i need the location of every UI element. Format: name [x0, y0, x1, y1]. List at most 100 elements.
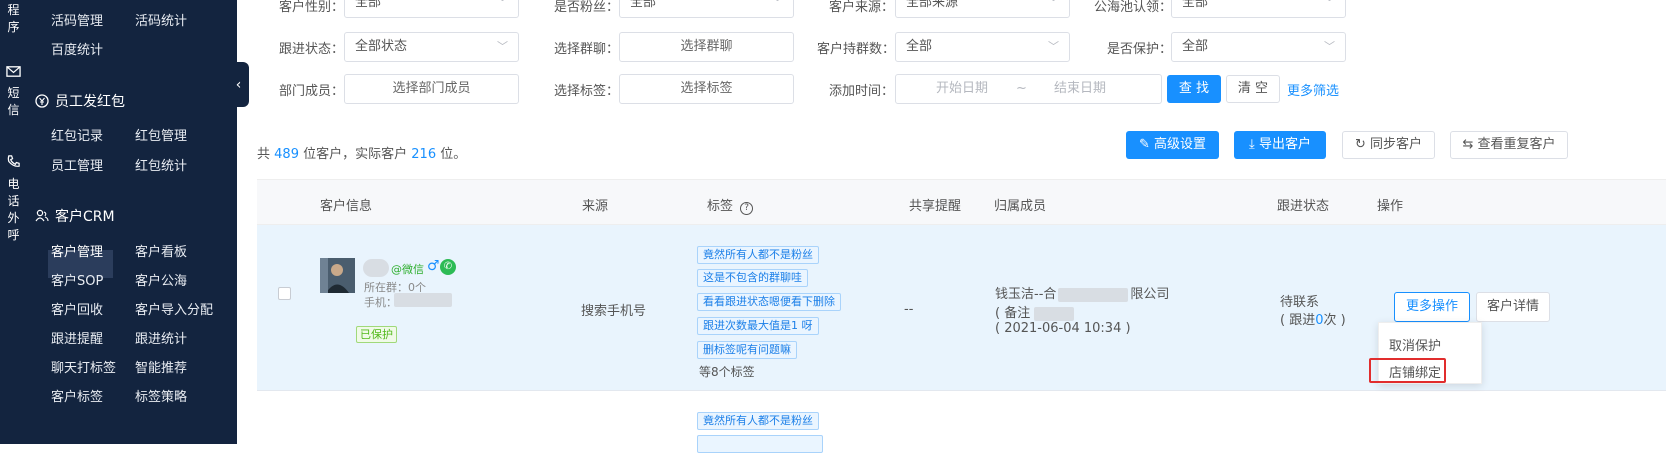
- owner-add-time: ( 2021-06-04 10:34 ): [995, 321, 1131, 336]
- tag-chip[interactable]: 删标签呢有问题嘛: [697, 341, 797, 359]
- sidebar-item-chat-tagging[interactable]: 聊天打标签: [51, 357, 116, 376]
- gender-select[interactable]: 全部 ﹀: [344, 0, 519, 18]
- gender-label: 客户性别：: [279, 0, 345, 15]
- table-row[interactable]: [257, 392, 1666, 444]
- sidebar-item-hongbao-stats[interactable]: 红包统计: [135, 155, 187, 174]
- clear-button[interactable]: 清 空: [1226, 75, 1280, 103]
- dept-member-picker[interactable]: 选择部门成员: [344, 74, 519, 104]
- sidebar-item-livecode-manage[interactable]: 活码管理: [51, 10, 103, 29]
- row-checkbox[interactable]: [278, 287, 291, 300]
- group-count-select[interactable]: 全部 ﹀: [895, 32, 1070, 62]
- sidebar: 活码管理 活码统计 百度统计 员工发红包 红包记录 红包管理 员工管理 红包统计…: [27, 0, 237, 444]
- follow-count-cell: ( 跟进0次 ): [1280, 313, 1346, 328]
- sidebar-item-hongbao-records[interactable]: 红包记录: [51, 125, 103, 144]
- total-count: 489: [274, 147, 299, 162]
- dept-member-label: 部门成员：: [279, 84, 345, 99]
- fans-select[interactable]: 全部 ﹀: [619, 0, 794, 18]
- sidebar-section-hongbao[interactable]: 员工发红包: [35, 91, 125, 111]
- highlight-box: [1369, 358, 1446, 383]
- follow-status-label: 跟进状态：: [279, 42, 345, 57]
- sidebar-collapse-button[interactable]: ‹: [228, 62, 249, 107]
- more-filters-link[interactable]: 更多筛选: [1287, 80, 1339, 99]
- phone-icon[interactable]: [6, 154, 21, 169]
- sidebar-item-baidu-stats[interactable]: 百度统计: [51, 39, 103, 58]
- download-icon: ⤓: [1249, 137, 1255, 152]
- tag-select-label: 选择标签：: [554, 84, 620, 99]
- more-actions-button[interactable]: 更多操作: [1394, 292, 1470, 322]
- tag-chip[interactable]: 竟然所有人都不是粉丝: [697, 412, 819, 430]
- sidebar-item-follow-reminder[interactable]: 跟进提醒: [51, 328, 103, 347]
- sync-customers-button[interactable]: ↻ 同步客户: [1342, 131, 1435, 159]
- chevron-down-icon: ﹀: [1324, 40, 1335, 53]
- tag-chip[interactable]: 看看跟进状态嗯便看下删除: [697, 293, 841, 311]
- col-share-reminder: 共享提醒: [909, 199, 962, 214]
- table-header: 客户信息 来源 标签 ? 共享提醒 归属成员 跟进状态 操作: [257, 179, 1666, 225]
- start-date-input[interactable]: 开始日期: [936, 75, 988, 103]
- date-separator: ~: [1016, 81, 1027, 96]
- pool-select[interactable]: 全部 ﹀: [1171, 0, 1346, 18]
- customer-count-summary: 共 489 位客户，实际客户 216 位。: [257, 147, 467, 162]
- pool-label: 公海池认领：: [1094, 0, 1173, 15]
- sidebar-item-staff-manage[interactable]: 员工管理: [51, 155, 103, 174]
- tag-picker[interactable]: 选择标签: [619, 74, 794, 104]
- sidebar-section-crm[interactable]: 客户CRM: [35, 206, 115, 226]
- owner-company-blurred: [1058, 287, 1129, 302]
- sidebar-item-customer-tags[interactable]: 客户标签: [51, 386, 103, 405]
- search-button[interactable]: 查 找: [1167, 75, 1221, 103]
- export-customers-button[interactable]: ⤓ 导出客户: [1234, 131, 1326, 159]
- coin-icon: [35, 94, 49, 108]
- rail-call-label[interactable]: 电 话 外 呼: [0, 176, 27, 244]
- tag-chip[interactable]: 跟进次数最大值是1 呀: [697, 317, 819, 335]
- owner-note: ( 备注: [995, 302, 1075, 321]
- sidebar-item-follow-stats[interactable]: 跟进统计: [135, 328, 187, 347]
- chevron-down-icon: ﹀: [1048, 0, 1059, 9]
- follow-status-select[interactable]: 全部状态 ﹀: [344, 32, 519, 62]
- sidebar-section-label: 客户CRM: [55, 209, 115, 225]
- sidebar-item-customer-pool[interactable]: 客户公海: [135, 270, 187, 289]
- sidebar-section-label: 员工发红包: [55, 94, 125, 110]
- advanced-settings-button[interactable]: ✎ 高级设置: [1126, 131, 1219, 159]
- chevron-left-icon: ‹: [235, 76, 242, 93]
- sidebar-item-customer-board[interactable]: 客户看板: [135, 241, 187, 260]
- chevron-down-icon: ﹀: [772, 0, 783, 9]
- avatar[interactable]: [320, 258, 355, 293]
- sidebar-item-tag-strategy[interactable]: 标签策略: [135, 386, 187, 405]
- male-icon: ♂: [427, 258, 440, 274]
- sidebar-item-customer-sop[interactable]: 客户SOP: [51, 270, 103, 289]
- actual-count: 216: [411, 147, 437, 162]
- source-select[interactable]: 全部来源 ﹀: [895, 0, 1070, 18]
- sidebar-item-smart-recommend[interactable]: 智能推荐: [135, 357, 187, 376]
- rail-program-label[interactable]: 程 序: [0, 2, 27, 36]
- rail-sms-label[interactable]: 短 信: [0, 85, 27, 119]
- cancel-protect-option[interactable]: 取消保护: [1389, 335, 1441, 354]
- sidebar-item-customer-recycle[interactable]: 客户回收: [51, 299, 103, 318]
- fans-label: 是否粉丝：: [554, 0, 620, 15]
- col-customer-info: 客户信息: [320, 199, 373, 214]
- sidebar-item-customer-manage[interactable]: 客户管理: [51, 241, 103, 260]
- icon-rail: 程 序 短 信 电 话 外 呼: [0, 0, 27, 444]
- sidebar-item-livecode-stats[interactable]: 活码统计: [135, 10, 187, 29]
- customer-detail-button[interactable]: 客户详情: [1476, 292, 1550, 322]
- phone-label: 手机：: [364, 296, 397, 309]
- protect-label: 是否保护：: [1107, 42, 1173, 57]
- view-duplicates-button[interactable]: ⇆ 查看重复客户: [1450, 131, 1568, 159]
- tag-chip[interactable]: 这是不包含的群聊哇: [697, 269, 808, 287]
- protect-select[interactable]: 全部 ﹀: [1171, 32, 1346, 62]
- tag-chip[interactable]: 竟然所有人都不是粉丝: [697, 246, 819, 264]
- help-icon[interactable]: ?: [740, 202, 754, 215]
- group-chat-picker[interactable]: 选择群聊: [619, 32, 794, 62]
- avatar-image: [320, 258, 355, 293]
- mail-icon[interactable]: [6, 64, 21, 79]
- share-reminder-cell: --: [904, 302, 914, 317]
- group-chat-label: 选择群聊：: [554, 42, 620, 57]
- edit-icon: ✎: [1138, 137, 1150, 152]
- sidebar-item-hongbao-manage[interactable]: 红包管理: [135, 125, 187, 144]
- phone-call-icon[interactable]: ✆: [440, 259, 456, 275]
- tag-chip-partial[interactable]: [697, 435, 823, 453]
- protected-badge: 已保护: [356, 326, 397, 343]
- wechat-label: @微信: [391, 263, 424, 276]
- users-icon: [35, 209, 49, 222]
- sidebar-item-customer-import[interactable]: 客户导入分配: [135, 299, 213, 318]
- end-date-input[interactable]: 结束日期: [1054, 75, 1106, 103]
- date-range-picker[interactable]: 开始日期 ~ 结束日期: [895, 74, 1162, 104]
